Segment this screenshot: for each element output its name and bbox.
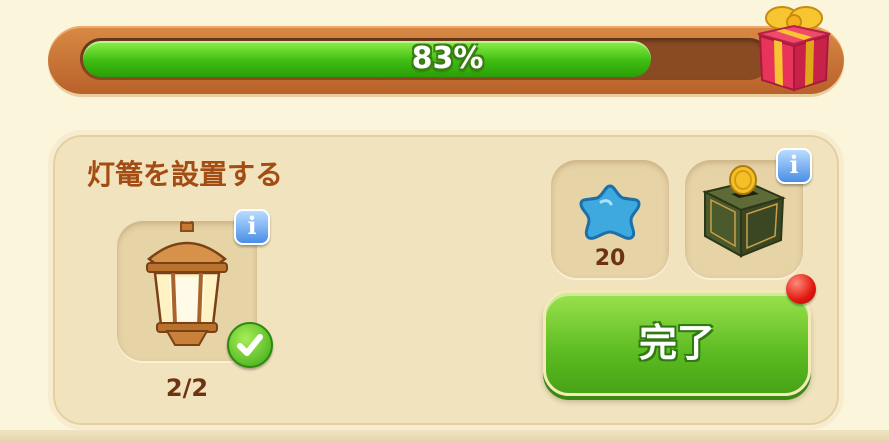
lantern-info-button[interactable]: i xyxy=(234,209,270,245)
gift-box-icon[interactable] xyxy=(754,0,834,92)
bottom-strip xyxy=(0,430,889,441)
reward-info-button[interactable]: i xyxy=(776,148,812,184)
task-item-count: 2/2 xyxy=(165,374,209,402)
progress-percent-label: 83% xyxy=(411,41,484,76)
reward-gem-amount: 20 xyxy=(594,246,626,271)
notification-dot xyxy=(786,274,816,304)
checkmark-icon xyxy=(227,322,273,368)
task-title: 灯篭を設置する xyxy=(87,158,284,191)
complete-button[interactable]: 完了 xyxy=(543,290,811,396)
